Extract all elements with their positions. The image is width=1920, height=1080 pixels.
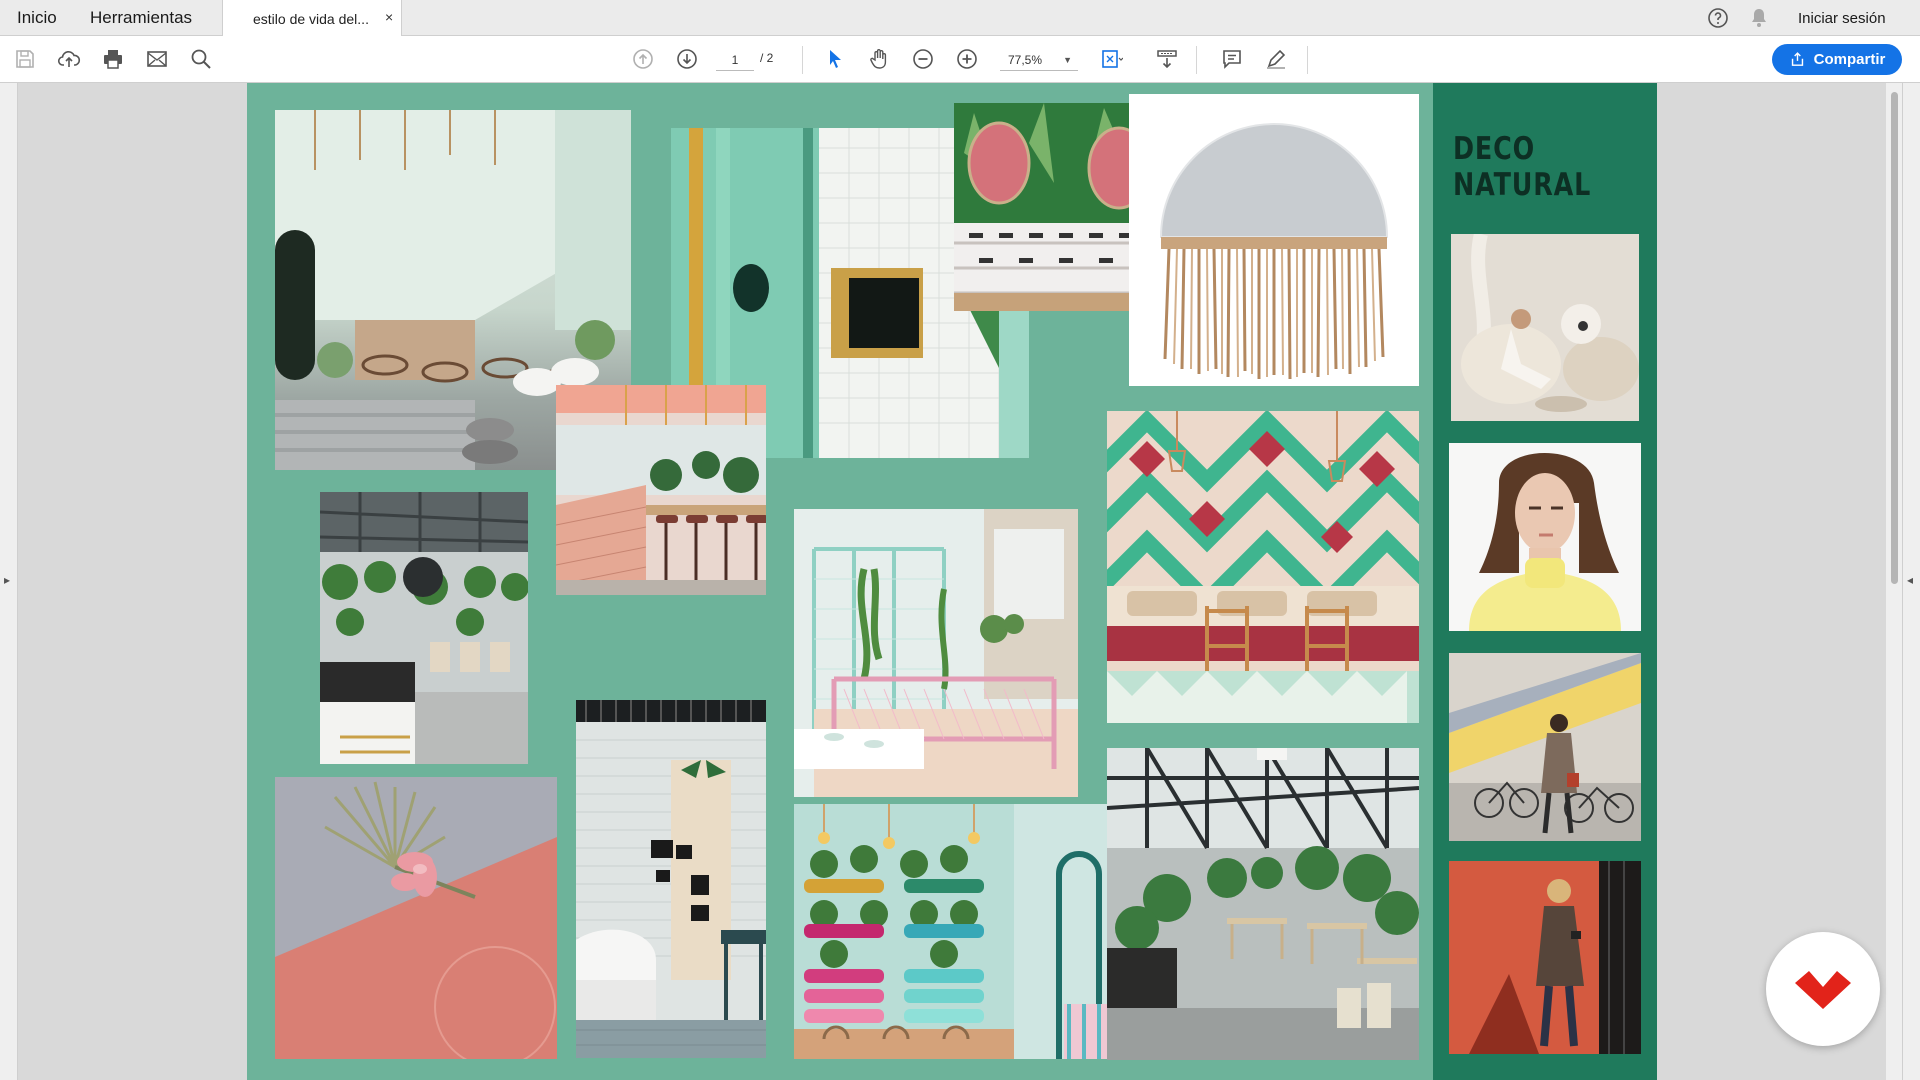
photo-pink-bar: [556, 385, 766, 595]
email-icon[interactable]: [144, 46, 170, 72]
photo-man-pouf-chair: [1451, 234, 1639, 421]
share-label: Compartir: [1813, 51, 1886, 68]
hand-icon[interactable]: [866, 46, 892, 72]
toolbar-divider: [1196, 46, 1197, 74]
zoom-value: 77,5%: [1008, 53, 1043, 67]
expand-left-pane-icon[interactable]: ▸: [4, 573, 10, 587]
photo-woman-yellow-sweater: [1449, 443, 1641, 631]
page-down-icon[interactable]: [674, 46, 700, 72]
tab-home[interactable]: Inicio: [17, 8, 57, 28]
toolbar-divider: [802, 46, 803, 74]
tab-tools[interactable]: Herramientas: [90, 8, 192, 28]
upload-icon[interactable]: [56, 46, 82, 72]
sign-in-link[interactable]: Iniciar sesión: [1798, 10, 1886, 27]
scroll-mode-icon[interactable]: [1154, 46, 1180, 72]
brand-logo-icon: [1795, 971, 1851, 1009]
photo-brick-bedroom: [576, 700, 766, 1058]
page-total: / 2: [760, 51, 774, 65]
pdf-page: DECO NATURAL: [247, 83, 1657, 1080]
search-icon[interactable]: [188, 46, 214, 72]
main-toolbar: 1 / 2 77,5% ▼ Compartir: [0, 36, 1920, 83]
share-button[interactable]: Compartir: [1772, 44, 1902, 75]
zoom-out-icon[interactable]: [910, 46, 936, 72]
share-icon: [1791, 52, 1803, 66]
print-icon[interactable]: [100, 46, 126, 72]
photo-tile-wall-chairs: [1107, 411, 1419, 723]
photo-woman-red-wall: [1449, 861, 1641, 1054]
panel-heading: DECO NATURAL: [1453, 131, 1592, 203]
deco-natural-panel: DECO NATURAL: [1433, 83, 1657, 1080]
photo-woman-bicycles: [1449, 653, 1641, 841]
expand-right-pane-icon[interactable]: ◂: [1907, 573, 1913, 587]
tab-document[interactable]: estilo de vida del... ×: [222, 0, 402, 36]
photo-greenhouse-bar: [320, 492, 528, 764]
right-pane-handle[interactable]: ◂: [1902, 83, 1920, 1080]
scrollbar-thumb[interactable]: [1891, 92, 1898, 584]
photo-planter-wall-cafe: [794, 804, 1144, 1059]
left-pane-handle[interactable]: ▸: [0, 83, 18, 1080]
photo-palm-flower: [275, 777, 557, 1059]
notification-bell-icon[interactable]: [1746, 5, 1772, 31]
photo-fringe-mirror: [1129, 94, 1419, 386]
document-tab-title: estilo de vida del...: [253, 11, 369, 27]
select-cursor-icon[interactable]: [822, 46, 848, 72]
zoom-select[interactable]: 77,5% ▼: [1000, 49, 1078, 71]
help-icon[interactable]: [1705, 5, 1731, 31]
fit-page-icon[interactable]: [1098, 46, 1124, 72]
toolbar-divider: [1307, 46, 1308, 74]
highlight-pen-icon[interactable]: [1263, 46, 1289, 72]
save-icon[interactable]: [12, 46, 38, 72]
zoom-in-icon[interactable]: [954, 46, 980, 72]
page-up-icon[interactable]: [630, 46, 656, 72]
chevron-down-icon: ▼: [1063, 55, 1072, 65]
tab-bar: Inicio Herramientas estilo de vida del..…: [0, 0, 1920, 36]
page-number-input[interactable]: 1: [716, 49, 754, 71]
comment-icon[interactable]: [1219, 46, 1245, 72]
close-tab-icon[interactable]: ×: [385, 9, 393, 25]
photo-industrial-greenhouse: [1107, 748, 1419, 1060]
brand-logo-button[interactable]: [1766, 932, 1880, 1046]
photo-mint-cage-cafe: [794, 509, 1078, 797]
